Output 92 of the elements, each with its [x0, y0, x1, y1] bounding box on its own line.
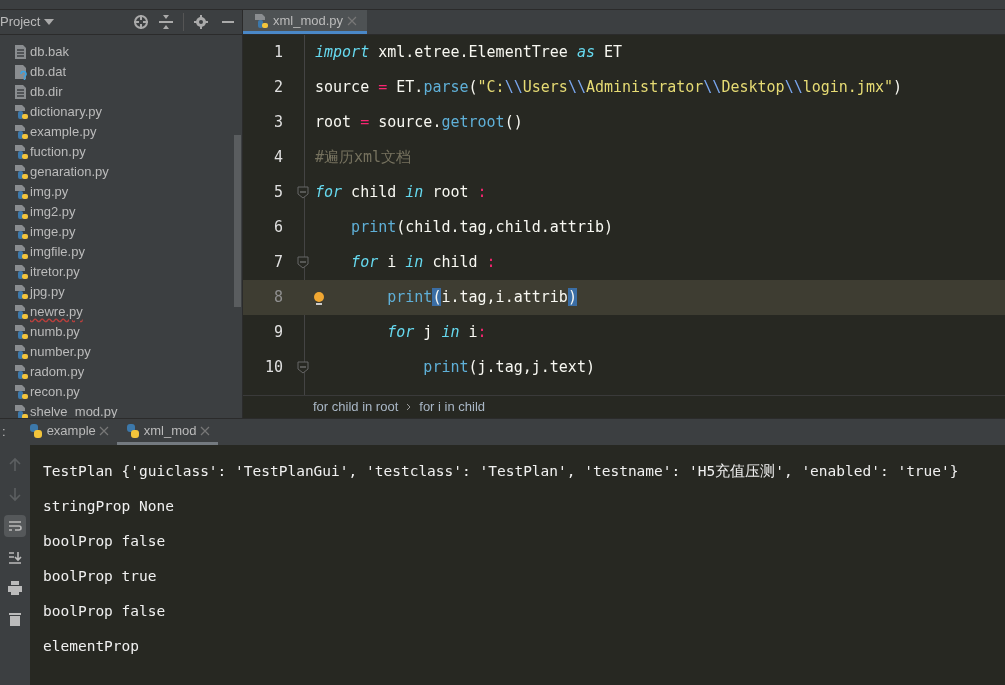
- console-output-line: stringProp None: [43, 497, 175, 515]
- file-item[interactable]: dictionary.py: [13, 102, 242, 122]
- down-arrow-icon: [8, 488, 22, 502]
- printer-icon: [8, 581, 22, 595]
- file-item[interactable]: radom.py: [13, 362, 242, 382]
- settings-icon[interactable]: [194, 15, 208, 29]
- python-file-icon: [13, 244, 29, 260]
- python-file-icon: [13, 144, 29, 160]
- code-line: for i in child :: [350, 252, 496, 274]
- chevron-icon: [406, 403, 412, 411]
- line-number: 2: [272, 77, 283, 99]
- file-item[interactable]: fuction.py: [13, 142, 242, 162]
- file-item[interactable]: db.dat: [13, 62, 242, 82]
- file-item[interactable]: genaration.py: [13, 162, 242, 182]
- line-number: 6: [272, 217, 283, 239]
- python-icon: [124, 422, 141, 439]
- file-item[interactable]: number.py: [13, 342, 242, 362]
- code-line: #遍历xml文档: [314, 147, 412, 169]
- close-icon[interactable]: [199, 425, 210, 436]
- python-file-icon: [253, 12, 269, 29]
- python-file-icon: [13, 264, 29, 280]
- file-item[interactable]: numb.py: [13, 322, 242, 342]
- code-line: import xml.etree.ElementTree as ET: [314, 42, 623, 64]
- line-number: 9: [272, 322, 283, 344]
- toolbar-button[interactable]: [4, 515, 26, 537]
- editor-tab[interactable]: xml_mod.py: [243, 10, 368, 34]
- file-item[interactable]: img2.py: [13, 202, 242, 222]
- scrollbar[interactable]: [234, 135, 241, 307]
- close-icon[interactable]: [98, 425, 109, 436]
- python-file-icon: [13, 404, 29, 418]
- soft-wrap-icon: [8, 519, 22, 533]
- python-file-icon: [13, 344, 29, 360]
- python-file-icon: [13, 104, 29, 120]
- text-file-icon: [13, 84, 29, 100]
- python-file-icon: [13, 224, 29, 240]
- python-file-icon: [13, 304, 29, 320]
- code-line: for j in i:: [386, 322, 487, 344]
- console-output-line: boolProp true: [43, 567, 158, 585]
- line-number: 7: [272, 252, 283, 274]
- file-item[interactable]: newre.py: [13, 302, 242, 322]
- python-file-icon: [13, 284, 29, 300]
- text-file-icon: [13, 44, 29, 60]
- console-output-line: elementProp: [43, 637, 141, 655]
- python-icon: [27, 422, 44, 439]
- lightbulb-icon[interactable]: [313, 290, 325, 305]
- fold-marker-icon[interactable]: [297, 186, 309, 199]
- line-number: 5: [272, 182, 283, 204]
- python-file-icon: [13, 164, 29, 180]
- fold-marker-icon[interactable]: [297, 256, 309, 269]
- file-item[interactable]: example.py: [13, 122, 242, 142]
- file-item[interactable]: jpg.py: [13, 282, 242, 302]
- file-item[interactable]: imgfile.py: [13, 242, 242, 262]
- line-number: 3: [272, 112, 283, 134]
- console-output-line: boolProp false: [43, 602, 167, 620]
- code-line: print(i.tag,i.attrib): [386, 287, 577, 309]
- breadcrumb[interactable]: for i in child: [419, 397, 485, 417]
- file-item[interactable]: itretor.py: [13, 262, 242, 282]
- panel-title[interactable]: Project: [0, 12, 41, 32]
- file-item[interactable]: recon.py: [13, 382, 242, 402]
- console-output-line: boolProp false: [43, 532, 167, 550]
- code-line: print(child.tag,child.attrib): [350, 217, 614, 239]
- console-output-line: TestPlan {'guiclass': 'TestPlanGui', 'testclass': 'TestPlan', 'testname': 'H5充值压测', 'enabled': 'true'}: [43, 462, 960, 480]
- file-item[interactable]: img.py: [13, 182, 242, 202]
- dropdown-icon[interactable]: [44, 19, 55, 25]
- collapse-icon[interactable]: [159, 15, 173, 29]
- code-line: root = source.getroot(): [314, 112, 523, 134]
- trash-icon: [8, 612, 22, 626]
- file-item[interactable]: db.dir: [13, 82, 242, 102]
- code-line: for child in root :: [314, 182, 487, 204]
- crosshair-icon[interactable]: [133, 14, 149, 30]
- line-number: 4: [272, 147, 283, 169]
- close-icon[interactable]: [347, 15, 358, 26]
- separator-text: :: [2, 423, 6, 442]
- breadcrumb[interactable]: for child in root: [313, 397, 399, 417]
- run-tab[interactable]: example: [19, 419, 117, 445]
- line-number: 8: [272, 287, 283, 309]
- fold-marker-icon[interactable]: [297, 361, 309, 374]
- python-file-icon: [13, 364, 29, 380]
- python-file-icon: [13, 204, 29, 220]
- python-file-icon: [13, 324, 29, 340]
- line-number: 10: [263, 357, 283, 379]
- python-file-icon: [13, 384, 29, 400]
- scroll-to-end-icon: [8, 550, 22, 564]
- line-number: 1: [272, 42, 283, 64]
- file-item[interactable]: imge.py: [13, 222, 242, 242]
- code-line: print(j.tag,j.text): [422, 357, 595, 379]
- code-line: source = ET.parse("C:\\Users\\Administrator\\Desktop\\login.jmx"): [314, 77, 903, 99]
- python-file-icon: [13, 184, 29, 200]
- unknown-file-icon: [13, 64, 29, 80]
- file-item[interactable]: db.bak: [13, 42, 242, 62]
- up-arrow-icon: [8, 457, 22, 471]
- python-file-icon: [13, 124, 29, 140]
